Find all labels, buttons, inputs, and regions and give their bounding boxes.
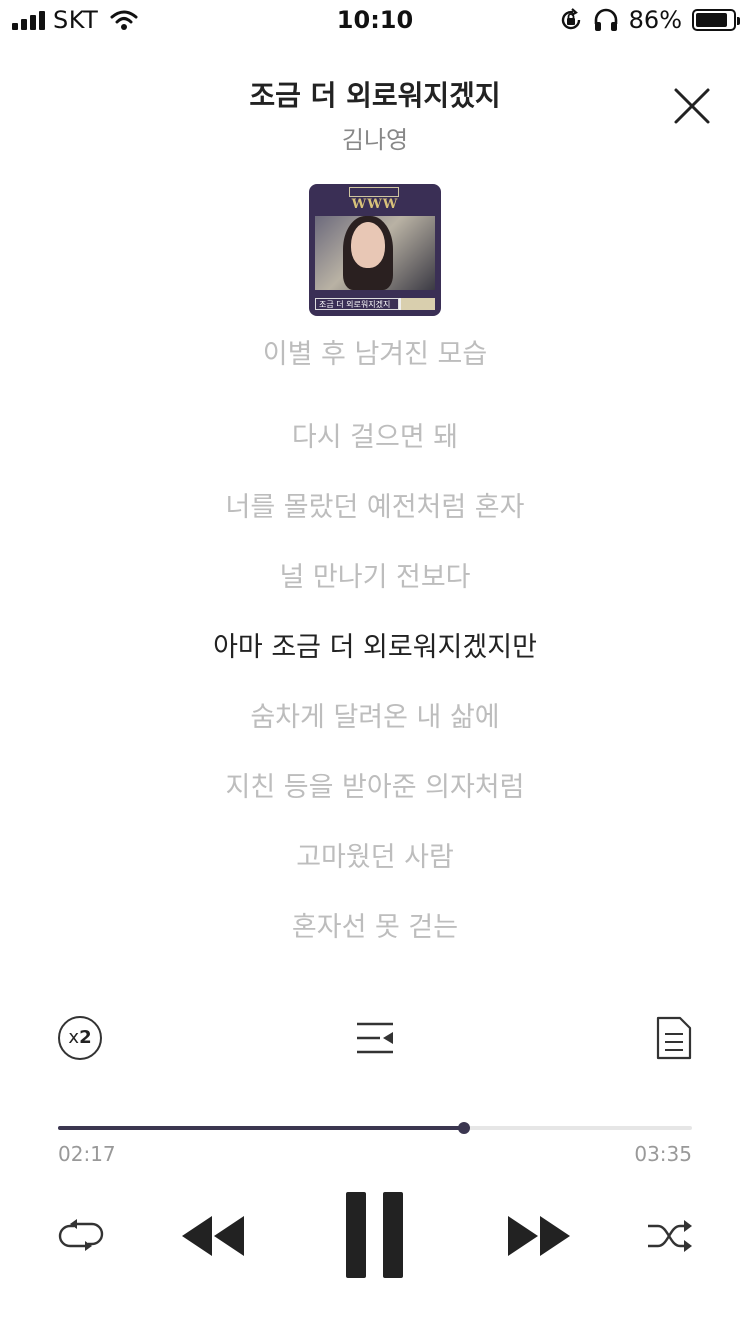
speed-x: x [68, 1027, 80, 1048]
album-art[interactable]: WWW 조금 더 외로워지겠지 [309, 184, 441, 316]
speed-value: 2 [79, 1027, 92, 1048]
status-bar: SKT 10:10 86% [0, 0, 750, 40]
headphones-icon [594, 8, 617, 31]
album-logo: WWW [351, 197, 399, 212]
lyric-line-current[interactable]: 아마 조금 더 외로워지겠지만 [0, 625, 750, 664]
album-caption-title: 조금 더 외로워지겠지 [319, 300, 391, 309]
playlist-icon[interactable] [356, 1020, 394, 1056]
shuffle-icon[interactable] [646, 1218, 694, 1254]
repeat-icon[interactable] [58, 1218, 104, 1252]
lyric-line[interactable]: 숨차게 달려온 내 삶에 [0, 695, 750, 734]
album-figure-face [351, 222, 385, 268]
progress-track[interactable] [58, 1126, 692, 1130]
album-caption-tag [401, 298, 435, 310]
lyric-line[interactable]: 이별 후 남겨진 모습 [0, 340, 750, 371]
rewind-icon[interactable] [180, 1214, 246, 1258]
total-time: 03:35 [634, 1142, 692, 1166]
album-caption-dark: 조금 더 외로워지겠지 [315, 298, 399, 310]
elapsed-time: 02:17 [58, 1142, 116, 1166]
fast-forward-icon[interactable] [506, 1214, 572, 1258]
lyric-line[interactable]: 고마웠던 사람 [0, 835, 750, 874]
playback-speed-button[interactable]: x2 [58, 1016, 102, 1060]
lyric-line[interactable]: 널 만나기 전보다 [0, 555, 750, 594]
orientation-lock-icon [561, 8, 580, 30]
battery-icon [692, 9, 740, 31]
progress-knob[interactable] [457, 1122, 470, 1134]
lyric-line[interactable]: 너를 몰랐던 예전처럼 혼자 [0, 485, 750, 524]
artist-name[interactable]: 김나영 [0, 120, 750, 155]
album-caption-bar: 조금 더 외로워지겠지 [315, 298, 435, 310]
pause-icon[interactable] [346, 1192, 404, 1278]
album-brand-box [349, 187, 399, 197]
battery-percent: 86% [628, 6, 682, 34]
progress-played [58, 1126, 464, 1130]
lyrics-document-icon[interactable] [656, 1016, 692, 1060]
status-right: 86% [559, 6, 740, 34]
close-icon[interactable] [668, 82, 716, 130]
battery-fill [696, 13, 727, 27]
lyric-line[interactable]: 혼자선 못 걷는 [0, 905, 750, 940]
song-title: 조금 더 외로워지겠지 [249, 79, 501, 112]
lyric-line[interactable]: 다시 걸으면 돼 [0, 415, 750, 454]
lyric-line[interactable]: 지친 등을 받아준 의자처럼 [0, 765, 750, 804]
lyrics-panel[interactable]: 이별 후 남겨진 모습다시 걸으면 돼너를 몰랐던 예전처럼 혼자널 만나기 전… [0, 340, 750, 940]
